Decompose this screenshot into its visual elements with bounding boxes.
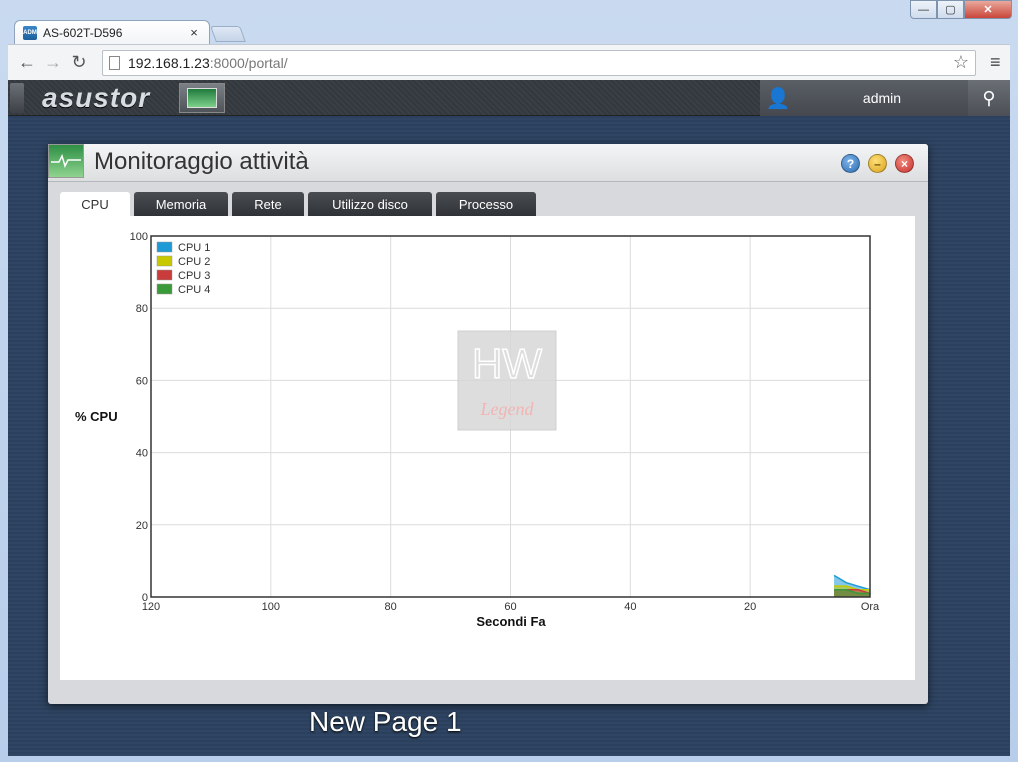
activity-monitor-window: Monitoraggio attività ? – × CPU Memoria … xyxy=(48,144,928,704)
adm-side-handle[interactable] xyxy=(10,83,24,113)
address-bar[interactable]: 192.168.1.23 :8000/portal/ ☆ xyxy=(102,49,976,76)
activity-monitor-icon xyxy=(187,88,217,108)
y-axis-label: % CPU xyxy=(75,409,118,424)
window-maximize-button[interactable]: ▢ xyxy=(937,0,964,19)
back-button[interactable]: ← xyxy=(14,50,40,76)
window-controls: — ▢ ✕ xyxy=(910,0,1012,19)
legend-swatch xyxy=(156,255,173,267)
x-axis-label: Secondi Fa xyxy=(476,614,546,629)
legend-swatch xyxy=(156,241,173,253)
tab-processo[interactable]: Processo xyxy=(436,192,536,216)
x-tick-label: 80 xyxy=(385,601,397,613)
window-header: Monitoraggio attività ? – × xyxy=(48,144,928,182)
y-tick-label: 40 xyxy=(136,448,148,460)
x-tick-label: 100 xyxy=(262,601,280,613)
x-tick-label: 120 xyxy=(142,601,160,613)
cpu-chart: HW Legend 020406080100120 100 80 60 40 20 Ora … xyxy=(75,231,880,629)
y-tick-label: 20 xyxy=(136,520,148,532)
tab-close-icon[interactable]: × xyxy=(187,25,201,40)
tab-utilizzo-disco[interactable]: Utilizzo disco xyxy=(308,192,432,216)
y-tick-label: 60 xyxy=(136,375,148,387)
adm-top-bar: asustor 👤 admin ⚲ xyxy=(8,80,1010,116)
legend-swatch xyxy=(156,269,173,281)
asustor-logo: asustor xyxy=(42,82,151,113)
tab-title: AS-602T-D596 xyxy=(43,25,123,40)
tab-strip: ADM AS-602T-D596 × — ▢ ✕ xyxy=(0,0,1018,44)
activity-monitor-app-icon xyxy=(48,144,84,178)
window-title-controls: ? – × xyxy=(841,154,914,173)
tab-memoria[interactable]: Memoria xyxy=(134,192,228,216)
watermark: HW Legend xyxy=(457,330,557,431)
cpu-panel: HW Legend 0 20 40 60 80 100 120 100 80 60 40 20 Ora … xyxy=(60,216,915,680)
browser-tab[interactable]: ADM AS-602T-D596 × xyxy=(14,20,210,44)
x-tick-label: Ora xyxy=(861,601,880,613)
legend-label: CPU 4 xyxy=(178,284,210,296)
reload-button[interactable]: ↻ xyxy=(66,50,92,76)
y-tick-label: 100 xyxy=(130,231,148,243)
desktop-caption: New Page 1 xyxy=(309,706,462,737)
forward-button[interactable]: → xyxy=(40,50,66,76)
watermark-bottom: Legend xyxy=(480,399,535,419)
window-title: Monitoraggio attività xyxy=(94,148,309,175)
minimize-icon[interactable]: – xyxy=(868,154,887,173)
user-menu[interactable]: 👤 admin xyxy=(760,80,968,116)
activity-monitor-taskbar-button[interactable] xyxy=(179,83,225,113)
adm-desktop: Monitoraggio attività ? – × CPU Memoria … xyxy=(8,116,1010,756)
watermark-top: HW xyxy=(472,340,542,387)
new-tab-button[interactable] xyxy=(210,26,246,42)
user-name: admin xyxy=(862,90,902,106)
url-host: 192.168.1.23 xyxy=(128,54,210,71)
x-tick-label: 40 xyxy=(624,601,636,613)
adm-favicon-icon: ADM xyxy=(23,25,37,40)
help-icon[interactable]: ? xyxy=(841,154,860,173)
window-minimize-button[interactable]: — xyxy=(910,0,937,19)
monitor-tabs: CPU Memoria Rete Utilizzo disco Processo xyxy=(60,192,536,216)
tab-cpu[interactable]: CPU xyxy=(60,192,130,216)
page-icon xyxy=(109,55,120,70)
legend-label: CPU 1 xyxy=(178,242,210,254)
tab-rete[interactable]: Rete xyxy=(232,192,304,216)
user-icon: 👤 xyxy=(765,87,791,110)
close-icon[interactable]: × xyxy=(895,154,914,173)
legend-label: CPU 2 xyxy=(178,256,210,268)
bookmark-star-icon[interactable]: ☆ xyxy=(953,52,969,73)
legend-label: CPU 3 xyxy=(178,270,210,282)
browser-menu-icon[interactable]: ≡ xyxy=(990,52,1001,73)
search-icon[interactable]: ⚲ xyxy=(968,80,1010,116)
window-close-button[interactable]: ✕ xyxy=(964,0,1012,19)
legend-swatch xyxy=(156,283,173,295)
browser-toolbar: ← → ↻ 192.168.1.23 :8000/portal/ ☆ ≡ xyxy=(8,44,1010,80)
x-tick-label: 20 xyxy=(744,601,756,613)
y-tick-label: 80 xyxy=(136,303,148,315)
url-path: :8000/portal/ xyxy=(209,54,288,71)
x-tick-label: 60 xyxy=(504,601,516,613)
